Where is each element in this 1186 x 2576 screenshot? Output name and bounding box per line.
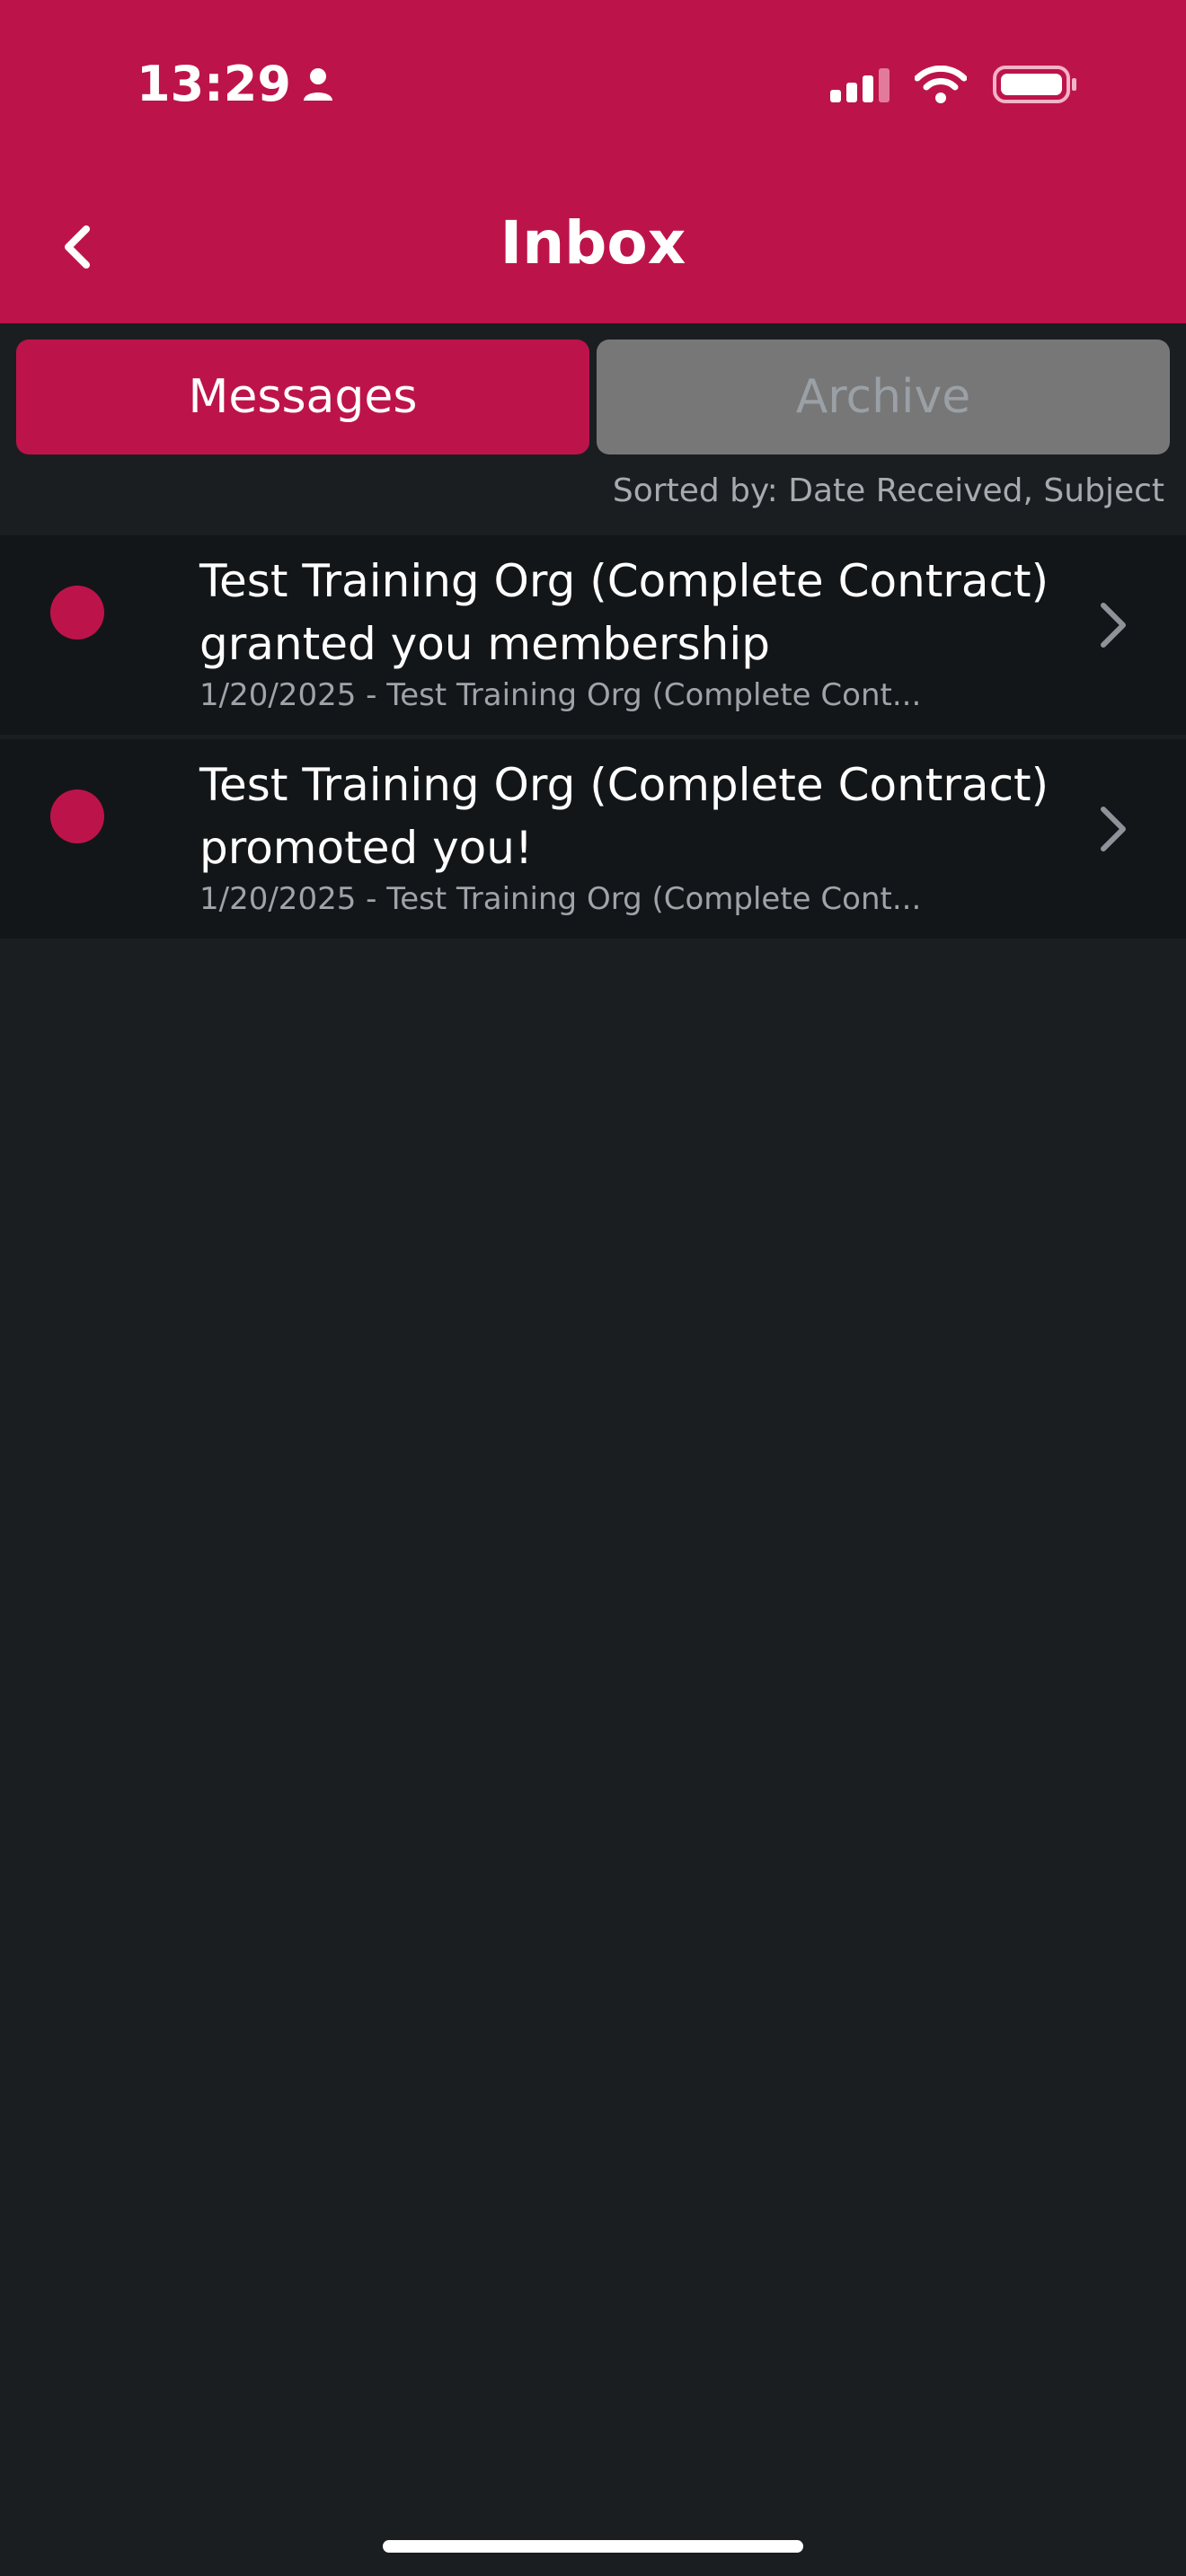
tab-messages[interactable]: Messages: [16, 340, 589, 454]
sort-label: Sorted by: Date Received, Subject: [612, 472, 1164, 509]
status-time: 13:29: [137, 56, 334, 112]
page-title: Inbox: [500, 208, 686, 278]
tab-archive[interactable]: Archive: [597, 340, 1170, 454]
message-row[interactable]: Test Training Org (Complete Contract) gr…: [0, 535, 1186, 735]
tab-bar: Messages Archive: [16, 340, 1170, 454]
home-indicator[interactable]: [383, 2540, 803, 2553]
cellular-signal-icon: [830, 68, 890, 102]
message-preview: 1/20/2025 - Test Training Org (Complete …: [199, 677, 922, 713]
battery-icon: [993, 66, 1076, 103]
chevron-right-icon: [1101, 807, 1126, 851]
message-row[interactable]: Test Training Org (Complete Contract) pr…: [0, 739, 1186, 939]
chevron-right-icon: [1101, 603, 1126, 648]
message-list: Test Training Org (Complete Contract) gr…: [0, 535, 1186, 943]
unread-dot-icon: [50, 586, 104, 640]
message-subject: Test Training Org (Complete Contract) gr…: [199, 555, 1049, 670]
unread-dot-icon: [50, 790, 104, 843]
status-time-text: 13:29: [137, 56, 291, 112]
status-icons: [830, 65, 1078, 104]
person-icon: [303, 67, 332, 101]
message-preview: 1/20/2025 - Test Training Org (Complete …: [199, 881, 922, 917]
message-subject: Test Training Org (Complete Contract) pr…: [199, 759, 1049, 874]
app-header: 13:29 Inbox: [0, 0, 1186, 323]
wifi-icon: [915, 66, 967, 103]
